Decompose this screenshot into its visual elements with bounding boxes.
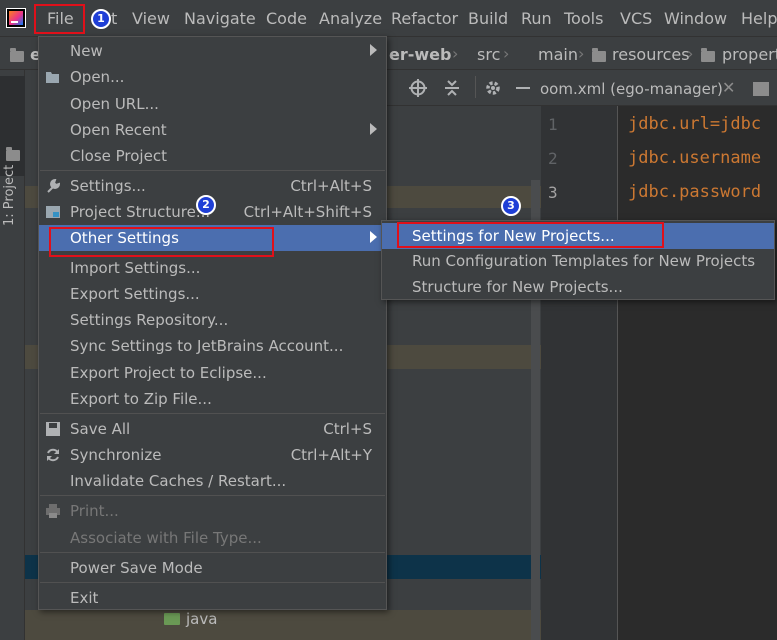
- menu-analyze[interactable]: Analyze: [319, 9, 382, 28]
- menu-vcs[interactable]: VCS: [620, 9, 652, 28]
- menu-tools[interactable]: Tools: [564, 9, 603, 28]
- print-icon: [46, 504, 60, 518]
- breadcrumb-module[interactable]: er-web: [389, 45, 451, 64]
- annotation-box-file: [34, 4, 85, 34]
- breadcrumb-separator: ›: [687, 44, 694, 63]
- menu-item-associate-file-type: Associate with File Type...: [70, 529, 262, 547]
- menu-window[interactable]: Window: [664, 9, 727, 28]
- tree-java-folder[interactable]: java: [186, 610, 217, 628]
- menu-item-new[interactable]: New: [39, 38, 386, 64]
- folder-icon: [10, 48, 24, 62]
- menu-help[interactable]: Help: [741, 9, 777, 28]
- menu-run[interactable]: Run: [521, 9, 552, 28]
- menu-item-invalidate-caches[interactable]: Invalidate Caches / Restart...: [39, 468, 386, 494]
- menu-item-sync-settings[interactable]: Sync Settings to JetBrains Account...: [39, 333, 386, 359]
- intellij-logo-icon: [6, 8, 26, 28]
- breadcrumb-separator: ›: [452, 44, 459, 63]
- annotation-badge: 1: [91, 9, 111, 29]
- menu-item-open-recent[interactable]: Open Recent: [39, 117, 386, 143]
- project-folder-icon: [6, 147, 20, 161]
- menu-item-settings-repository[interactable]: Settings Repository...: [39, 307, 386, 333]
- sync-icon: [47, 448, 59, 462]
- folder-open-icon: [46, 72, 59, 83]
- java-folder-icon: [164, 613, 180, 625]
- menu-separator: [40, 582, 385, 583]
- menu-edit[interactable]: t: [111, 9, 117, 28]
- menu-separator: [40, 413, 385, 414]
- breadcrumb-resources[interactable]: resources: [612, 45, 690, 64]
- menu-item-power-save-mode[interactable]: Power Save Mode: [39, 555, 386, 581]
- menu-build[interactable]: Build: [468, 9, 508, 28]
- submenu-arrow-icon: [370, 44, 377, 56]
- save-icon: [46, 422, 60, 436]
- breadcrumb-main[interactable]: main: [538, 45, 578, 64]
- gear-icon[interactable]: [484, 79, 502, 97]
- project-tool-tab[interactable]: 1: Project: [0, 76, 25, 226]
- editor-tab-title[interactable]: oom.xml (ego-manager): [540, 80, 723, 98]
- code-line[interactable]: jdbc.username: [628, 148, 761, 168]
- menu-separator: [40, 170, 385, 171]
- menu-item-print: Print...: [39, 498, 386, 524]
- menu-item-open-url[interactable]: Open URL...: [39, 91, 386, 117]
- tree-row-highlight: [25, 610, 541, 640]
- submenu-item-structure-new-projects[interactable]: Structure for New Projects...: [382, 274, 774, 300]
- close-tab-icon[interactable]: ✕: [722, 78, 735, 97]
- collapse-all-icon[interactable]: [443, 79, 461, 97]
- menu-refactor[interactable]: Refactor: [391, 9, 458, 28]
- breadcrumb-separator: ›: [578, 44, 585, 63]
- resources-folder-icon: [592, 48, 606, 62]
- submenu-item-run-config-templates[interactable]: Run Configuration Templates for New Proj…: [382, 248, 774, 274]
- menu-view[interactable]: View: [132, 9, 170, 28]
- editor-tab-bar: oom.xml (ego-manager) ✕: [387, 70, 777, 106]
- line-number: 3: [548, 183, 558, 202]
- annotation-badge: 3: [501, 196, 521, 216]
- code-line[interactable]: jdbc.url=jdbc: [628, 114, 761, 134]
- line-number: 2: [548, 149, 558, 168]
- code-line[interactable]: jdbc.password: [628, 182, 761, 202]
- breadcrumb-properties[interactable]: propert: [722, 45, 777, 64]
- menu-item-export-zip[interactable]: Export to Zip File...: [39, 386, 386, 412]
- breadcrumb-src[interactable]: src: [477, 45, 500, 64]
- file-menu-dropdown: New Open... Open URL... Open Recent Clos…: [38, 36, 387, 610]
- menu-item-open[interactable]: Open...: [39, 64, 386, 90]
- menu-code[interactable]: Code: [266, 9, 307, 28]
- menu-item-save-all[interactable]: Save All Ctrl+S: [39, 416, 386, 442]
- menu-item-synchronize[interactable]: Synchronize Ctrl+Alt+Y: [39, 442, 386, 468]
- menu-item-import-settings[interactable]: Import Settings...: [39, 255, 386, 281]
- menu-item-export-eclipse[interactable]: Export Project to Eclipse...: [39, 360, 386, 386]
- annotation-box-settings-new-projects: [397, 222, 664, 248]
- annotation-box-other-settings: [49, 227, 274, 257]
- toolbar-divider: [475, 76, 476, 98]
- menu-item-close-project[interactable]: Close Project: [39, 143, 386, 169]
- file-tab-icon[interactable]: [753, 82, 769, 96]
- annotation-badge: 2: [196, 195, 216, 215]
- breadcrumb-separator: ›: [503, 44, 510, 63]
- locate-icon[interactable]: [409, 79, 427, 97]
- line-number: 1: [548, 115, 558, 134]
- project-tab-label: 1: Project: [2, 164, 17, 226]
- hide-icon[interactable]: [516, 87, 530, 89]
- menu-bar: File t View Navigate Code Analyze Refact…: [0, 0, 777, 36]
- submenu-arrow-icon: [370, 231, 377, 243]
- submenu-arrow-icon: [370, 123, 377, 135]
- menu-item-export-settings[interactable]: Export Settings...: [39, 281, 386, 307]
- properties-folder-icon: [701, 48, 715, 62]
- menu-separator: [40, 552, 385, 553]
- wrench-icon: [47, 178, 61, 193]
- project-structure-icon: [46, 206, 60, 218]
- menu-navigate[interactable]: Navigate: [184, 9, 256, 28]
- menu-item-exit[interactable]: Exit: [39, 585, 386, 611]
- menu-item-settings[interactable]: Settings... Ctrl+Alt+S: [39, 173, 386, 199]
- menu-separator: [40, 495, 385, 496]
